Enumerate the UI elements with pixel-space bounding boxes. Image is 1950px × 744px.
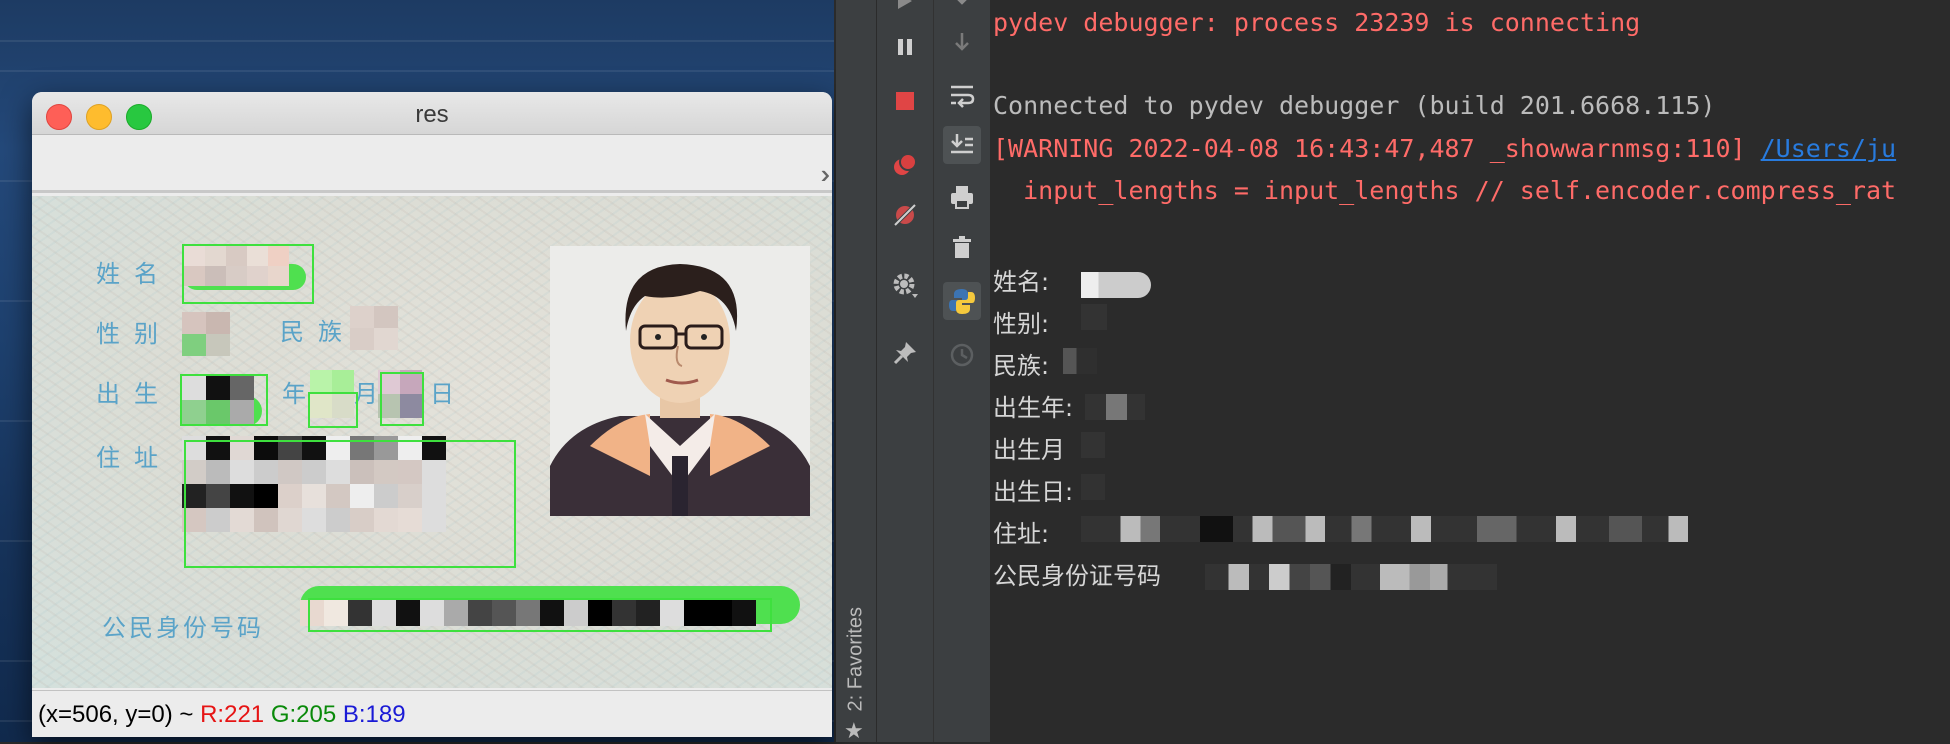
- mute-breakpoints-button[interactable]: [886, 196, 924, 234]
- output-label-birth-day: 出生日:: [993, 478, 1074, 506]
- console-line-code: input_lengths = input_lengths // self.en…: [993, 176, 1897, 205]
- step-into-icon: [957, 0, 967, 5]
- card-label-address: 住址: [96, 444, 172, 472]
- print-icon: [951, 186, 973, 209]
- pixel-red-value: R:221: [200, 701, 265, 728]
- favorites-tab[interactable]: 2: Favorites ★: [836, 560, 876, 743]
- star-icon: ★: [844, 718, 864, 743]
- id-card-image: 姓名 性别 民族 出生 年 月 日 住址 公民身份号码: [32, 196, 832, 688]
- view-breakpoints-button[interactable]: [886, 146, 924, 184]
- history-button[interactable]: [943, 336, 981, 374]
- cursor-coords: (x=506, y=0) ~: [38, 701, 201, 728]
- card-label-birth: 出生: [96, 380, 172, 408]
- redacted-ethnicity: [350, 306, 398, 350]
- favorites-tab-label: 2: Favorites: [844, 607, 867, 712]
- detection-box-birth-day: [380, 372, 424, 426]
- mute-breakpoints-icon: [893, 203, 917, 227]
- resume-icon: [898, 0, 912, 9]
- card-label-id-number: 公民身份号码: [102, 614, 264, 642]
- output-label-birth-month: 出生月: [993, 436, 1065, 464]
- window-toolbar: ››: [32, 135, 832, 193]
- output-label-sex: 性别:: [993, 310, 1050, 338]
- console-line-warning: [WARNING 2022-04-08 16:43:47,487 _showwa…: [993, 134, 1896, 163]
- card-label-year: 年: [282, 380, 306, 408]
- pixel-green-value: G:205: [270, 701, 337, 728]
- stop-button[interactable]: [886, 82, 924, 120]
- output-label-id-number: 公民身份证号码: [993, 562, 1161, 590]
- console-line-connected: Connected to pydev debugger (build 201.6…: [993, 91, 1716, 120]
- redacted-value: [1081, 432, 1105, 458]
- detection-box-birth-year: [180, 374, 268, 426]
- console-line-connecting: pydev debugger: process 23239 is connect…: [993, 8, 1641, 37]
- redacted-value: [1063, 348, 1097, 374]
- portrait-photo: [550, 246, 810, 516]
- redacted-sex: [182, 312, 230, 356]
- output-label-name: 姓名:: [993, 268, 1050, 296]
- output-label-birth-year: 出生年:: [993, 394, 1074, 422]
- redacted-value: [1205, 564, 1497, 590]
- redacted-value: [1081, 516, 1741, 542]
- soft-wrap-button[interactable]: [943, 76, 981, 114]
- card-label-name: 姓名: [96, 260, 172, 288]
- pause-icon: [898, 39, 912, 55]
- warning-text: [WARNING 2022-04-08 16:43:47,487 _showwa…: [993, 134, 1761, 163]
- print-button[interactable]: [943, 178, 981, 216]
- debugger-toolbar: [877, 0, 934, 742]
- card-label-sex: 性别: [96, 320, 172, 348]
- output-label-address: 住址:: [993, 520, 1050, 548]
- settings-button[interactable]: [886, 266, 924, 304]
- redacted-value: [1085, 394, 1145, 420]
- view-breakpoints-icon: [894, 153, 917, 175]
- settings-icon: [893, 273, 918, 298]
- image-window: res ›› 姓名 性别 民族 出生 年 月 日 住址 公民身份号码 (x=50…: [32, 92, 832, 737]
- redacted-value: [1081, 474, 1105, 500]
- pause-button[interactable]: [886, 28, 924, 66]
- window-titlebar[interactable]: res: [32, 92, 832, 135]
- clear-all-button[interactable]: [943, 228, 981, 266]
- soft-wrap-icon: [951, 85, 975, 108]
- scroll-to-end-icon: [951, 134, 973, 154]
- step-over-button[interactable]: [943, 24, 981, 62]
- pixel-blue-value: B:189: [342, 701, 406, 728]
- detection-box-birth-month: [308, 392, 358, 428]
- pin-icon: [893, 342, 916, 365]
- card-label-day: 日: [430, 380, 454, 408]
- window-title: res: [415, 101, 449, 128]
- python-console-icon: [949, 289, 975, 314]
- detection-box-name: [182, 244, 314, 304]
- debug-console[interactable]: pydev debugger: process 23239 is connect…: [991, 0, 1950, 742]
- chevron-double-right-icon[interactable]: ››: [821, 159, 832, 190]
- trash-icon: [953, 236, 971, 258]
- redacted-value: [1081, 272, 1151, 298]
- step-over-icon: [955, 33, 969, 51]
- pin-button[interactable]: [886, 334, 924, 372]
- console-toolbar: [934, 0, 991, 742]
- scroll-to-end-button[interactable]: [943, 126, 981, 164]
- status-bar: (x=506, y=0) ~ R:221 G:205 B:189: [32, 690, 832, 737]
- detection-box-id-number: [308, 598, 772, 632]
- warning-file-link[interactable]: /Users/ju: [1761, 134, 1896, 163]
- stop-icon: [896, 92, 914, 110]
- output-label-ethnicity: 民族:: [993, 352, 1050, 380]
- step-into-button[interactable]: [943, 0, 981, 16]
- python-console-button[interactable]: [943, 282, 981, 320]
- detection-box-address: [184, 440, 516, 568]
- history-icon: [950, 343, 974, 367]
- redacted-value: [1081, 304, 1107, 330]
- resume-button[interactable]: [886, 0, 924, 20]
- card-label-ethnicity: 民族: [280, 318, 356, 346]
